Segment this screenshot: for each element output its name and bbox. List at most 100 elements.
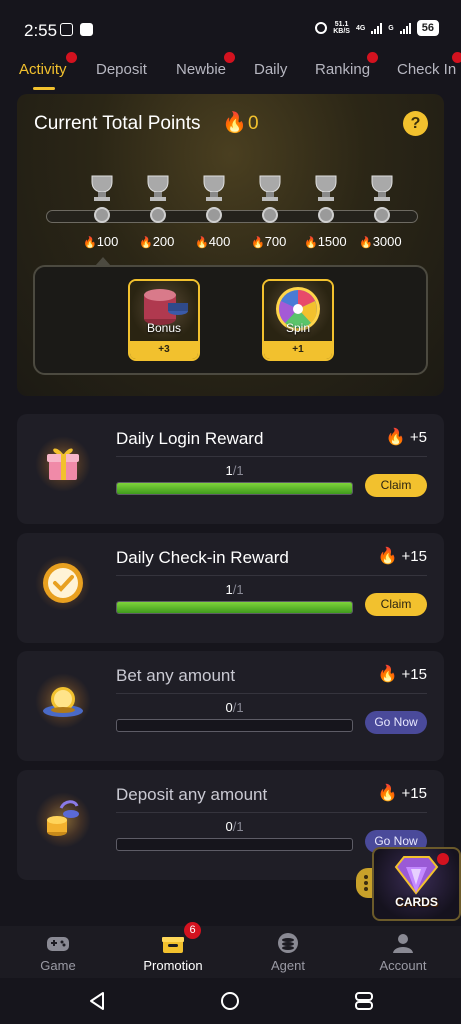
task-divider (116, 456, 427, 457)
tab-ranking[interactable]: Ranking (315, 61, 370, 78)
flame-icon: 🔥 (195, 237, 209, 249)
agent-icon (278, 933, 298, 953)
cards-widget-badge (437, 853, 449, 865)
nav-account-label: Account (379, 958, 427, 973)
nav-game-label: Game (40, 958, 76, 973)
task-progress-total: 1 (236, 582, 244, 597)
nav-game[interactable]: Game (8, 926, 108, 978)
milestone-label: 🔥400 (195, 234, 230, 249)
trophy-icon (147, 175, 169, 201)
tab-newbie-badge (224, 52, 235, 63)
task-title: Daily Login Reward (116, 429, 264, 448)
task-progress-bar (116, 838, 353, 851)
task-reward: 🔥 +15 (377, 664, 427, 684)
milestone-value: 400 (208, 234, 231, 249)
nav-account[interactable]: Account (353, 926, 453, 978)
flame-icon: 🔥 (385, 429, 406, 446)
flame-icon: 🔥 (139, 237, 153, 249)
home-icon[interactable] (219, 990, 241, 1012)
milestone-label: 🔥3000 (359, 234, 402, 249)
facebook-icon (80, 23, 93, 36)
tab-bar: Activity Deposit Newbie Daily Ranking Ch… (0, 52, 461, 92)
back-icon[interactable] (87, 990, 109, 1012)
go-now-button[interactable]: Go Now (365, 711, 427, 734)
net-speed-unit: KB/S (333, 28, 350, 35)
task-reward-value: +5 (409, 429, 427, 446)
task-title: Deposit any amount (116, 785, 268, 804)
claim-button[interactable]: Claim (365, 474, 427, 497)
flame-icon: 🔥 (377, 785, 398, 802)
reward-tile-label: Spin (285, 321, 311, 335)
nav-promotion-label: Promotion (143, 958, 203, 973)
battery-icon: 56 (416, 20, 439, 36)
signal-icon-2 (399, 22, 411, 34)
task-progress-text: 0/1 (225, 819, 244, 834)
task-progress-current: 1 (225, 463, 233, 478)
flame-icon: 🔥 (251, 237, 265, 249)
task-progress-total: 1 (236, 819, 244, 834)
status-bar: 2:55 51.1 KB/S 4G G 56 (0, 0, 461, 58)
task-divider (116, 812, 427, 813)
milestone-node (150, 207, 166, 223)
trophy-icon (259, 175, 281, 201)
claim-button[interactable]: Claim (365, 593, 427, 616)
bottom-nav: Game Promotion 6 Agent Account (0, 922, 461, 978)
tab-active-underline (33, 87, 55, 90)
milestone-value: 100 (96, 234, 119, 249)
task-card: Daily Check-in Reward 🔥 +15 1/1 Claim (17, 533, 444, 643)
milestone-value: 1500 (317, 234, 347, 249)
milestone-label: 🔥100 (83, 234, 118, 249)
account-icon (393, 934, 413, 953)
tab-check-in[interactable]: Check In (397, 61, 456, 78)
nav-agent[interactable]: Agent (238, 926, 338, 978)
trophy-icon (203, 175, 225, 201)
milestone-label: 🔥1500 (304, 234, 347, 249)
task-reward-value: +15 (401, 548, 427, 565)
flame-icon: 🔥 (304, 237, 318, 249)
recents-icon[interactable] (353, 990, 375, 1012)
reward-tile-bonus[interactable]: Bonus +3 (128, 279, 200, 361)
diamond-icon (394, 856, 439, 895)
task-progress-fill (117, 483, 352, 494)
task-card: Daily Login Reward 🔥 +5 1/1 Claim (17, 414, 444, 524)
tab-deposit[interactable]: Deposit (96, 61, 147, 78)
task-progress-text: 1/1 (225, 582, 244, 597)
instagram-icon (60, 23, 73, 36)
flame-icon: 🔥 (377, 666, 398, 683)
task-progress-fill (117, 602, 352, 613)
task-progress-bar (116, 482, 353, 495)
tab-newbie[interactable]: Newbie (176, 61, 226, 78)
task-progress-total: 1 (236, 463, 244, 478)
task-reward-value: +15 (401, 666, 427, 683)
task-divider (116, 575, 427, 576)
milestone-node (318, 207, 334, 223)
tab-activity-badge (66, 52, 77, 63)
points-title: Current Total Points (34, 113, 201, 134)
reward-tile-count: +1 (264, 341, 332, 359)
net-type-1: 4G (355, 24, 366, 32)
nav-promotion[interactable]: Promotion (123, 926, 223, 978)
signal-icon (371, 22, 383, 34)
task-reward: 🔥 +5 (386, 427, 427, 447)
task-reward: 🔥 +15 (377, 783, 427, 803)
task-title: Daily Check-in Reward (116, 548, 289, 567)
points-card: Current Total Points 🔥 0 ? 🔥100 🔥200 🔥40… (17, 94, 444, 396)
cards-promo-widget[interactable]: CARDS (372, 847, 461, 921)
tab-activity[interactable]: Activity (19, 61, 67, 78)
task-card: Bet any amount 🔥 +15 0/1 Go Now (17, 651, 444, 761)
net-speed: 51.1 KB/S (333, 21, 350, 35)
flame-icon: 🔥 (377, 548, 398, 565)
tab-daily[interactable]: Daily (254, 61, 287, 78)
reward-tile-spin[interactable]: Spin +1 (262, 279, 334, 361)
trophy-icon (91, 175, 113, 201)
milestone-node (94, 207, 110, 223)
trophy-icon (371, 175, 393, 201)
flame-icon: 🔥 (83, 237, 97, 249)
reward-tile-label: Bonus (146, 321, 182, 335)
points-value: 0 (248, 113, 259, 134)
flame-icon: 🔥 (359, 237, 373, 249)
gamepad-icon (47, 937, 69, 951)
help-button[interactable]: ? (403, 111, 428, 136)
task-divider (116, 693, 427, 694)
net-type-2: G (388, 24, 394, 32)
